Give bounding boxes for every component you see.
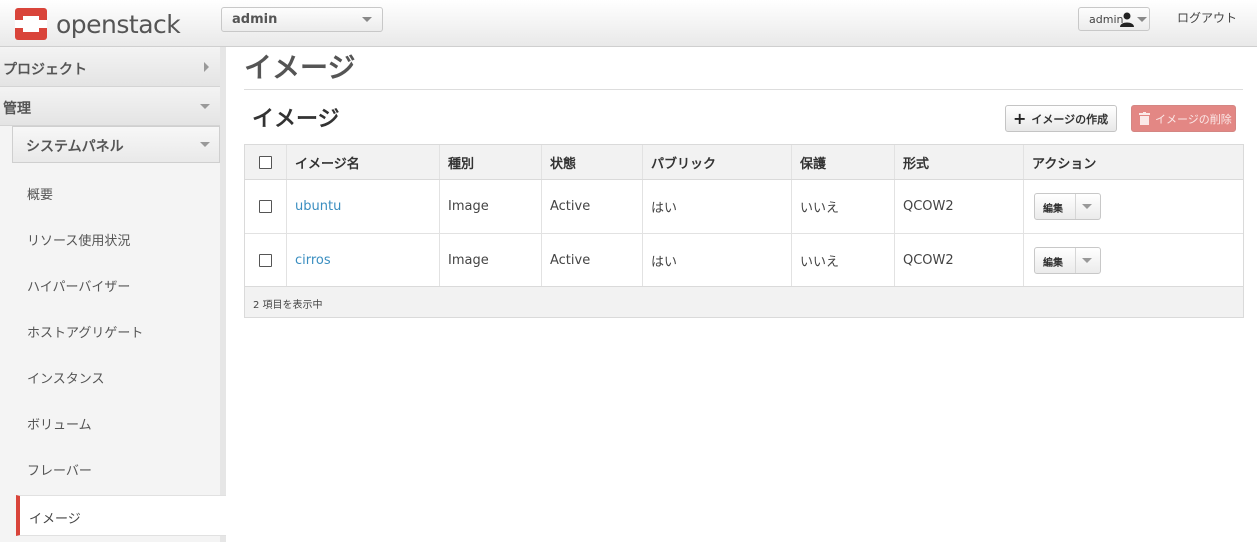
user-name: admin	[1089, 13, 1124, 26]
image-actions-cell: 編集	[1023, 234, 1243, 286]
chevron-right-icon	[204, 62, 209, 72]
section-title: イメージ	[252, 107, 340, 132]
column-header-actions: アクション	[1023, 145, 1243, 179]
image-name-link[interactable]: ubuntu	[295, 199, 341, 214]
sidebar-item-hypervisors[interactable]: ハイパーバイザー	[27, 276, 130, 295]
column-header-name[interactable]: イメージ名	[286, 145, 439, 179]
image-status-cell: Active	[541, 234, 642, 286]
table-header: イメージ名 種別 状態 パブリック 保護 形式 アクション	[245, 145, 1243, 180]
chevron-down-icon	[200, 104, 210, 109]
chevron-down-icon	[1082, 257, 1092, 263]
sidebar-item-overview[interactable]: 概要	[27, 184, 53, 203]
row-select-cell	[245, 234, 286, 286]
image-public-cell: はい	[642, 234, 791, 286]
create-image-button[interactable]: + イメージの作成	[1005, 105, 1117, 132]
page-title: イメージ	[244, 51, 356, 84]
image-protected-cell: いいえ	[791, 234, 894, 286]
image-type-cell: Image	[439, 234, 541, 286]
chevron-down-icon	[200, 142, 210, 147]
sidebar-item-label: システムパネル	[26, 139, 124, 155]
column-header-public[interactable]: パブリック	[642, 145, 791, 179]
edit-split-button: 編集	[1034, 246, 1101, 274]
edit-split-button: 編集	[1034, 193, 1101, 220]
create-image-label: イメージの作成	[1031, 112, 1109, 126]
table-row: ubuntu Image Active はい いいえ QCOW2 編集	[245, 180, 1243, 234]
chevron-down-icon	[1082, 204, 1092, 209]
chevron-down-icon	[1137, 17, 1147, 22]
select-all-checkbox[interactable]	[259, 155, 272, 169]
table-footer: 2 項目を表示中	[245, 287, 1243, 317]
sidebar-item-admin[interactable]: 管理	[0, 87, 220, 126]
delete-images-button[interactable]: イメージの削除	[1131, 105, 1236, 132]
images-table: イメージ名 種別 状態 パブリック 保護 形式 アクション ubuntu Ima…	[244, 144, 1244, 318]
sidebar-item-images[interactable]: イメージ	[16, 495, 226, 536]
sidebar-item-system-panel[interactable]: システムパネル	[12, 126, 220, 163]
image-format-cell: QCOW2	[894, 234, 1023, 286]
sidebar-scrollbar[interactable]	[220, 47, 226, 542]
sidebar-item-flavors[interactable]: フレーバー	[27, 460, 92, 479]
user-menu[interactable]: admin	[1078, 7, 1150, 31]
sidebar-item-volumes[interactable]: ボリューム	[27, 414, 92, 433]
image-status-cell: Active	[541, 180, 642, 233]
openstack-logo[interactable]: openstack	[14, 7, 181, 41]
top-bar: openstack admin admin ログアウト	[0, 0, 1257, 47]
image-name-cell: ubuntu	[286, 180, 439, 233]
sidebar-item-label: プロジェクト	[3, 62, 87, 78]
image-type-cell: Image	[439, 180, 541, 233]
image-public-cell: はい	[642, 180, 791, 233]
chevron-down-icon	[362, 17, 372, 22]
image-name-cell: cirros	[286, 234, 439, 286]
header-select-cell	[245, 145, 286, 179]
sidebar-item-host-aggregates[interactable]: ホストアグリゲート	[27, 322, 143, 341]
edit-image-button[interactable]: 編集	[1035, 247, 1076, 273]
delete-images-label: イメージの削除	[1155, 112, 1232, 126]
title-divider	[244, 89, 1243, 90]
table-row: cirros Image Active はい いいえ QCOW2 編集	[245, 234, 1243, 287]
image-name-link[interactable]: cirros	[295, 253, 331, 268]
column-header-format[interactable]: 形式	[894, 145, 1023, 179]
sidebar-item-resource-usage[interactable]: リソース使用状況	[27, 230, 130, 249]
edit-image-button[interactable]: 編集	[1035, 194, 1076, 219]
row-checkbox[interactable]	[259, 253, 272, 267]
column-header-status[interactable]: 状態	[541, 145, 642, 179]
trash-icon	[1139, 112, 1150, 125]
image-actions-cell: 編集	[1023, 180, 1243, 233]
plus-icon: +	[1013, 109, 1027, 128]
project-select[interactable]: admin	[221, 7, 383, 32]
openstack-logo-icon	[15, 8, 47, 40]
logout-link[interactable]: ログアウト	[1177, 9, 1237, 26]
sidebar-item-project[interactable]: プロジェクト	[0, 48, 220, 87]
sidebar-item-label: 管理	[3, 101, 31, 117]
column-header-protected[interactable]: 保護	[791, 145, 894, 179]
user-icon	[1120, 12, 1134, 27]
image-protected-cell: いいえ	[791, 180, 894, 233]
project-select-value: admin	[232, 12, 278, 27]
sidebar-item-label: イメージ	[29, 512, 81, 527]
image-format-cell: QCOW2	[894, 180, 1023, 233]
brand-name: openstack	[56, 9, 181, 39]
sidebar-item-instances[interactable]: インスタンス	[27, 368, 104, 387]
row-checkbox[interactable]	[259, 200, 272, 213]
row-select-cell	[245, 180, 286, 233]
column-header-type[interactable]: 種別	[439, 145, 541, 179]
item-count: 2 項目を表示中	[253, 300, 323, 311]
